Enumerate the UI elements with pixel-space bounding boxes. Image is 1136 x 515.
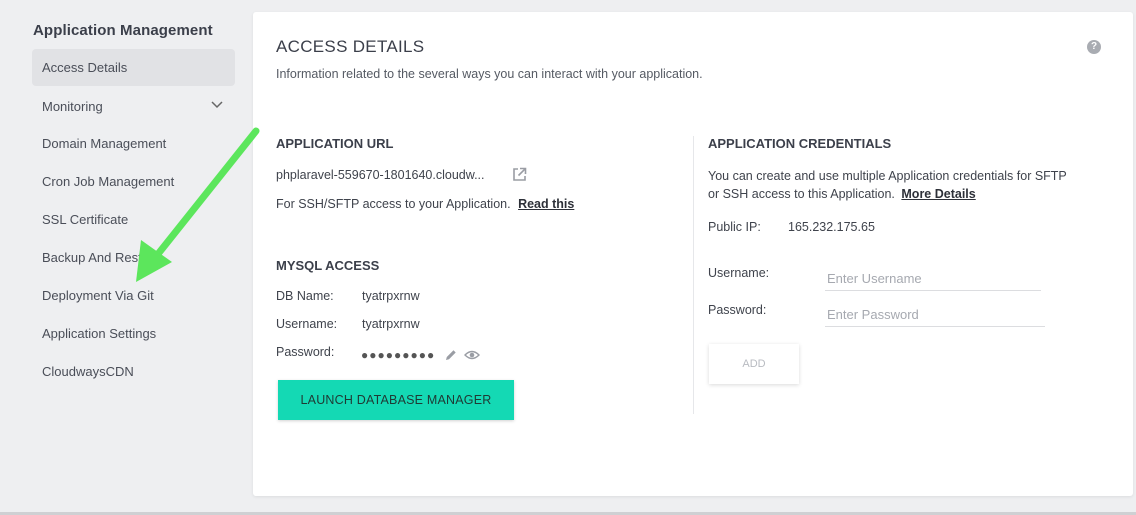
application-url-heading: APPLICATION URL	[276, 136, 394, 151]
sidebar-item-monitoring[interactable]: Monitoring	[32, 88, 235, 125]
credentials-description-line1: You can create and use multiple Applicat…	[708, 169, 1067, 183]
page-title: ACCESS DETAILS	[276, 37, 425, 56]
sidebar-item-ssl-certificate[interactable]: SSL Certificate	[32, 201, 235, 238]
app-page: Application Management Access Details Mo…	[0, 0, 1136, 515]
credentials-description-line2: or SSH access to this Application. More …	[708, 187, 976, 201]
db-password-value: ●●●●●●●●●	[361, 348, 436, 362]
db-name-label: DB Name:	[276, 289, 334, 303]
credentials-description-text: or SSH access to this Application.	[708, 187, 895, 201]
sidebar-item-label: Domain Management	[42, 136, 167, 151]
application-credentials-heading: APPLICATION CREDENTIALS	[708, 136, 892, 151]
db-name-value: tyatrpxrnw	[362, 289, 420, 303]
db-username-label: Username:	[276, 317, 338, 331]
help-icon[interactable]: ?	[1087, 40, 1101, 54]
password-input[interactable]	[825, 303, 1045, 327]
sidebar-item-label: Backup And Restore	[42, 250, 161, 265]
public-ip-label: Public IP:	[708, 220, 761, 234]
add-credentials-button[interactable]: ADD	[709, 344, 799, 384]
column-divider	[693, 136, 694, 414]
public-ip-value: 165.232.175.65	[788, 220, 875, 234]
ssh-access-note-text: For SSH/SFTP access to your Application.	[276, 197, 511, 211]
sidebar: Application Management Access Details Mo…	[0, 0, 250, 515]
sidebar-item-label: Monitoring	[42, 99, 103, 114]
more-details-link[interactable]: More Details	[901, 187, 975, 201]
mysql-access-heading: MYSQL ACCESS	[276, 258, 380, 273]
sidebar-item-cron-job-management[interactable]: Cron Job Management	[32, 163, 235, 200]
read-this-link[interactable]: Read this	[518, 197, 574, 211]
page-description: Information related to the several ways …	[276, 67, 703, 81]
sidebar-item-label: SSL Certificate	[42, 212, 129, 227]
sidebar-item-label: Access Details	[42, 60, 128, 75]
credentials-username-label: Username:	[708, 266, 770, 280]
sidebar-item-application-settings[interactable]: Application Settings	[32, 315, 235, 352]
chevron-down-icon[interactable]	[211, 101, 223, 109]
sidebar-item-cloudwayscdn[interactable]: CloudwaysCDN	[32, 353, 235, 390]
edit-pencil-icon[interactable]	[444, 348, 458, 362]
sidebar-item-access-details[interactable]: Access Details	[32, 49, 235, 86]
credentials-password-label: Password:	[708, 303, 767, 317]
sidebar-item-label: CloudwaysCDN	[42, 364, 134, 379]
db-password-label: Password:	[276, 345, 335, 359]
sidebar-item-label: Application Settings	[42, 326, 157, 341]
eye-icon[interactable]	[464, 349, 480, 361]
external-link-icon[interactable]	[512, 167, 527, 182]
sidebar-title: Application Management	[33, 22, 213, 39]
sidebar-item-backup-and-restore[interactable]: Backup And Restore	[32, 239, 235, 276]
username-input[interactable]	[825, 267, 1041, 291]
db-username-value: tyatrpxrnw	[362, 317, 420, 331]
sidebar-item-deployment-via-git[interactable]: Deployment Via Git	[32, 277, 235, 314]
ssh-access-note: For SSH/SFTP access to your Application.…	[276, 197, 574, 211]
sidebar-item-label: Deployment Via Git	[42, 288, 154, 303]
sidebar-item-label: Cron Job Management	[42, 174, 175, 189]
launch-database-manager-button[interactable]: LAUNCH DATABASE MANAGER	[278, 380, 514, 420]
sidebar-item-domain-management[interactable]: Domain Management	[32, 125, 235, 162]
application-url-value[interactable]: phplaravel-559670-1801640.cloudw...	[276, 168, 485, 182]
access-details-card: ACCESS DETAILS Information related to th…	[253, 12, 1133, 496]
